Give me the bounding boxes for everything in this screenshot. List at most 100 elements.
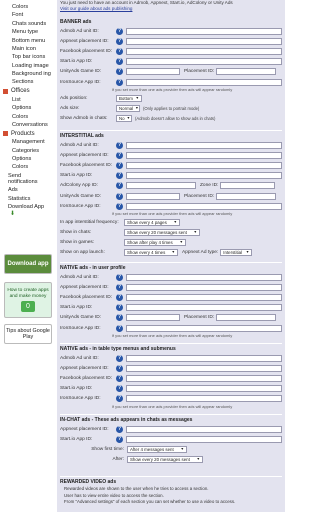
unity-placement-input[interactable]	[216, 192, 277, 200]
ironsource-input[interactable]	[126, 202, 282, 210]
id-input[interactable]	[126, 354, 282, 362]
sidebar-item[interactable]: Background ing	[0, 70, 52, 78]
sidebar-item[interactable]: Management	[0, 138, 56, 146]
help-icon[interactable]: ?	[116, 314, 123, 322]
first-time-select[interactable]: After 4 messages sent ▼	[127, 445, 187, 453]
sidebar-item[interactable]: Ads	[0, 186, 56, 194]
help-icon[interactable]: ?	[116, 27, 123, 35]
google-play-tips-banner[interactable]: Tips about Google Play	[4, 324, 52, 344]
sidebar-item[interactable]: Font	[0, 11, 56, 19]
help-icon[interactable]: ?	[116, 182, 123, 190]
sidebar-item[interactable]: Colors	[0, 163, 56, 171]
help-icon[interactable]: ?	[116, 151, 123, 159]
sidebar-item[interactable]: Categories	[0, 147, 56, 155]
id-input[interactable]	[126, 273, 282, 281]
id-input[interactable]	[126, 283, 282, 291]
help-icon[interactable]: ?	[116, 78, 123, 86]
unity-game-id-input[interactable]	[126, 68, 180, 76]
sidebar-item[interactable]: List	[0, 96, 56, 104]
help-icon[interactable]: ?	[116, 374, 123, 382]
sidebar-item[interactable]: Chats sounds	[0, 20, 56, 28]
sidebar-item[interactable]: Bottom menu	[0, 37, 56, 45]
help-icon[interactable]: ?	[116, 273, 123, 281]
help-icon[interactable]: ?	[116, 58, 123, 66]
help-icon[interactable]: ?	[116, 283, 123, 291]
help-icon[interactable]: ?	[116, 37, 123, 45]
field-row: Start.io App ID:?	[60, 434, 284, 444]
divider	[60, 262, 282, 263]
id-input[interactable]	[126, 304, 282, 312]
id-input[interactable]	[126, 395, 282, 403]
sidebar-item[interactable]: Options	[0, 155, 56, 163]
ads-guide-link[interactable]: Visit our guide about ads publishing	[60, 6, 132, 11]
unity-placement-input[interactable]	[216, 68, 277, 76]
help-icon[interactable]: ?	[116, 395, 123, 403]
id-input[interactable]	[126, 425, 282, 433]
show-in-chats-select[interactable]: Show every 20 messages sent ▼	[124, 229, 200, 237]
sidebar-item[interactable]: Send notifications	[0, 172, 48, 186]
id-input[interactable]	[126, 364, 282, 372]
sidebar-item[interactable]: Main icon	[0, 45, 56, 53]
field-row: Facebook placement ID:?	[60, 46, 284, 56]
help-icon[interactable]: ?	[116, 385, 123, 393]
sidebar-item[interactable]: Menu type	[0, 28, 56, 36]
show-on-launch-select[interactable]: Show every 4 times ▼	[124, 249, 178, 257]
sidebar-header-products[interactable]: Products	[0, 129, 56, 138]
help-icon[interactable]: ?	[116, 425, 123, 433]
help-icon[interactable]: ?	[116, 364, 123, 372]
unity-placement-input[interactable]	[216, 314, 277, 322]
sidebar-item[interactable]: Colors	[0, 113, 56, 121]
appnext-ad-type-select[interactable]: Interstitial ▼	[220, 249, 253, 257]
id-input[interactable]	[126, 58, 282, 66]
help-icon[interactable]: ?	[116, 304, 123, 312]
id-input[interactable]	[126, 151, 282, 159]
sidebar-item[interactable]: Options	[0, 104, 56, 112]
sidebar-item[interactable]: Colors	[0, 3, 56, 11]
sidebar-item[interactable]: Download App	[0, 203, 56, 211]
field-row: Admob Ad unit ID:?	[60, 353, 284, 363]
help-icon[interactable]: ?	[116, 47, 123, 55]
help-icon[interactable]: ?	[116, 293, 123, 301]
ads-size-select[interactable]: Normal ▼	[116, 104, 140, 112]
id-input[interactable]	[126, 37, 282, 45]
help-icon[interactable]: ?	[116, 324, 123, 332]
show-in-games-select[interactable]: Show after play 4 times ▼	[124, 239, 186, 247]
help-icon[interactable]: ?	[116, 354, 123, 362]
help-icon[interactable]: ?	[116, 161, 123, 169]
id-input[interactable]	[126, 172, 282, 180]
sidebar-item[interactable]: Conversations	[0, 121, 56, 129]
id-input[interactable]	[126, 293, 282, 301]
sidebar-item[interactable]: Statistics	[0, 195, 56, 203]
adcolony-input[interactable]	[126, 182, 196, 190]
admob-in-chats-select[interactable]: No ▼	[116, 115, 132, 123]
after-select[interactable]: Show every 20 messages sent ▼	[127, 456, 203, 464]
ironsource-input[interactable]	[126, 324, 282, 332]
help-icon[interactable]: ?	[116, 172, 123, 180]
unity-game-id-input[interactable]	[126, 314, 180, 322]
sidebar-item[interactable]: Top bar icons	[0, 53, 56, 61]
sidebar-item[interactable]: Loading image	[0, 62, 56, 70]
id-input[interactable]	[126, 47, 282, 55]
field-label: Start.io App ID:	[60, 305, 93, 311]
unity-game-id-input[interactable]	[126, 192, 180, 200]
howto-banner[interactable]: How to create apps and make money 0	[4, 282, 52, 318]
id-input[interactable]	[126, 141, 282, 149]
help-icon[interactable]: ?	[116, 141, 123, 149]
help-icon[interactable]: ?	[116, 192, 123, 200]
adcolony-zone-input[interactable]	[220, 182, 276, 190]
sidebar-item[interactable]: Sections	[0, 78, 56, 86]
id-input[interactable]	[126, 435, 282, 443]
help-icon[interactable]: ?	[116, 435, 123, 443]
id-input[interactable]	[126, 385, 282, 393]
help-icon[interactable]: ?	[116, 68, 123, 76]
ironsource-input[interactable]	[126, 78, 282, 86]
interstitial-frequency-select[interactable]: Show every 4 pages ▼	[124, 218, 180, 226]
sidebar-header-offices[interactable]: Offices	[0, 87, 56, 96]
field-row: Admob Ad unit ID:?	[60, 140, 284, 150]
id-input[interactable]	[126, 374, 282, 382]
ads-position-select[interactable]: Bottom ▼	[116, 94, 142, 102]
id-input[interactable]	[126, 161, 282, 169]
id-input[interactable]	[126, 27, 282, 35]
download-app-banner[interactable]: Download app	[4, 254, 52, 274]
help-icon[interactable]: ?	[116, 202, 123, 210]
